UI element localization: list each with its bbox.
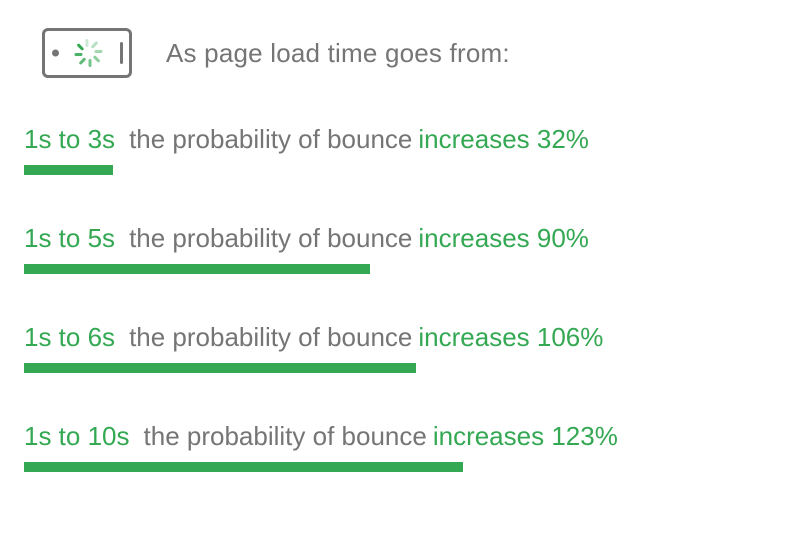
time-range: 1s to 10s xyxy=(24,421,130,452)
mid-text: the probability of bounce xyxy=(144,421,427,452)
infographic: As page load time goes from: 1s to 3s the… xyxy=(0,0,800,558)
bar-track xyxy=(24,264,776,274)
time-range: 1s to 5s xyxy=(24,223,115,254)
header: As page load time goes from: xyxy=(42,28,776,78)
phone-icon xyxy=(42,28,132,78)
stat-row: 1s to 6s the probability of bounceincreas… xyxy=(24,322,776,373)
mid-text: the probability of bounce xyxy=(129,223,412,254)
time-range: 1s to 6s xyxy=(24,322,115,353)
increase-label: increases 90% xyxy=(418,223,589,254)
loading-spinner-icon xyxy=(73,39,101,67)
mid-text: the probability of bounce xyxy=(129,322,412,353)
stat-row: 1s to 3s the probability of bounceincreas… xyxy=(24,124,776,175)
stat-line: 1s to 6s the probability of bounceincreas… xyxy=(24,322,776,353)
increase-label: increases 106% xyxy=(418,322,603,353)
bar-track xyxy=(24,165,776,175)
stat-row: 1s to 5s the probability of bounceincreas… xyxy=(24,223,776,274)
mid-text: the probability of bounce xyxy=(129,124,412,155)
bar-track xyxy=(24,363,776,373)
page-title: As page load time goes from: xyxy=(166,38,510,69)
bar-fill xyxy=(24,462,463,472)
stat-line: 1s to 3s the probability of bounceincreas… xyxy=(24,124,776,155)
increase-label: increases 32% xyxy=(418,124,589,155)
increase-label: increases 123% xyxy=(433,421,618,452)
stat-line: 1s to 5s the probability of bounceincreas… xyxy=(24,223,776,254)
bar-track xyxy=(24,462,776,472)
bar-fill xyxy=(24,363,416,373)
time-range: 1s to 3s xyxy=(24,124,115,155)
bar-fill xyxy=(24,264,370,274)
rows-container: 1s to 3sthe probability of bounceincreas… xyxy=(24,124,776,472)
stat-line: 1s to 10s the probability of bounceincrea… xyxy=(24,421,776,452)
bar-fill xyxy=(24,165,113,175)
stat-row: 1s to 10s the probability of bounceincrea… xyxy=(24,421,776,472)
